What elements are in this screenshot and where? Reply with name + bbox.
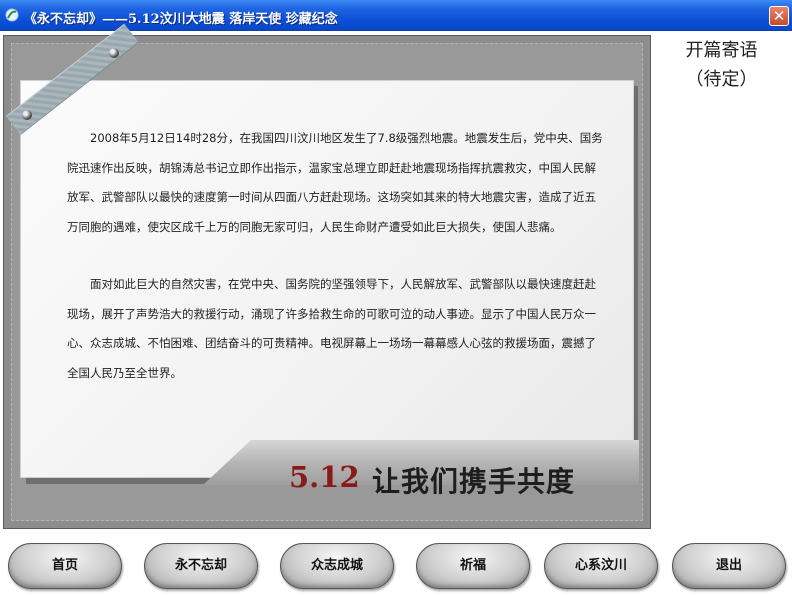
banner-slogan: 让我们携手共度: [372, 465, 576, 498]
window-title: 《永不忘却》——5.12汶川大地震 落岸天使 珍藏纪念: [24, 12, 338, 27]
nav-united-button[interactable]: 众志成城: [280, 543, 394, 589]
app-icon: [5, 8, 19, 22]
side-panel-subtitle: （待定）: [685, 69, 758, 90]
article-paragraph-2: 面对如此巨大的自然灾害，在党中央、国务院的坚强领导下，人民解放军、武警部队以最快…: [67, 277, 596, 380]
banner-number: 5.12: [289, 460, 360, 494]
nav-exit-button[interactable]: 退出: [672, 543, 786, 589]
nav-prayer-button[interactable]: 祈福: [416, 543, 530, 589]
article-body: 2008年5月12日14时28分，在我国四川汶川地区发生了7.8级强烈地震。地震…: [67, 124, 605, 388]
close-button[interactable]: ✕: [769, 6, 789, 26]
nav-never-forget-button[interactable]: 永不忘却: [144, 543, 258, 589]
side-panel-title: 开篇寄语: [685, 40, 758, 61]
pin-icon: [109, 48, 119, 58]
nav-home-button[interactable]: 首页: [8, 543, 122, 589]
nav-wenchuan-button[interactable]: 心系汶川: [544, 543, 658, 589]
pin-icon: [22, 110, 32, 120]
side-panel: 开篇寄语 （待定）: [651, 36, 792, 94]
article-paragraph-1: 2008年5月12日14时28分，在我国四川汶川地区发生了7.8级强烈地震。地震…: [67, 131, 603, 234]
